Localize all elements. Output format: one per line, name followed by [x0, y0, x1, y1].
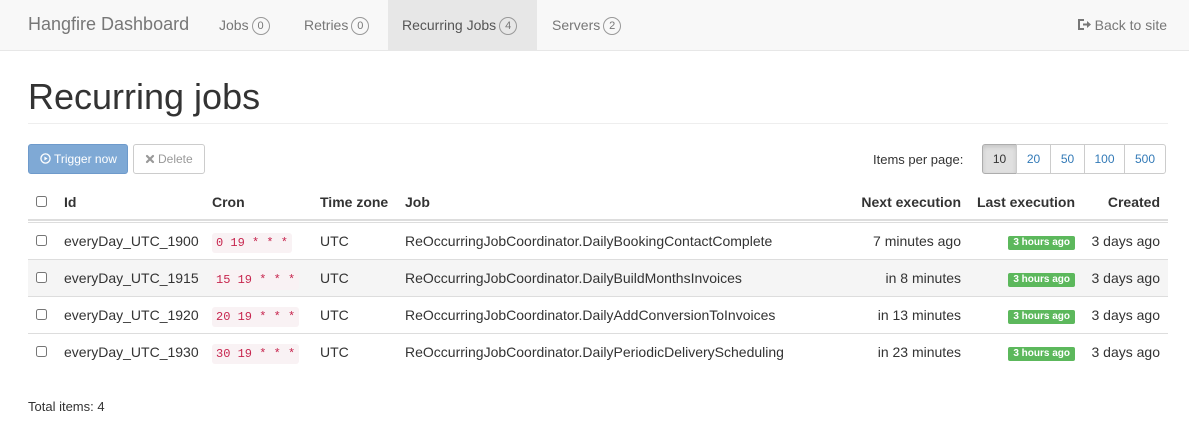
row-checkbox[interactable] — [36, 272, 47, 283]
created: 3 days ago — [1091, 307, 1161, 323]
nav-servers-label: Servers — [552, 17, 601, 33]
next-execution: 7 minutes ago — [873, 233, 961, 249]
table-row: everyDay_UTC_1900 0 19 * * * UTC ReOccur… — [28, 222, 1168, 259]
row-checkbox[interactable] — [36, 235, 47, 246]
column-header-next-execution: Next execution — [861, 194, 961, 210]
nav-servers-count: 2 — [603, 17, 622, 35]
job-id: everyDay_UTC_1930 — [64, 344, 199, 360]
last-execution-badge[interactable]: 3 hours ago — [1008, 310, 1075, 324]
cron-cell: 15 19 * * * — [212, 260, 300, 296]
delete-button[interactable]: Delete — [133, 144, 205, 174]
cron-expression: 15 19 * * * — [212, 270, 300, 290]
nav-jobs-label: Jobs — [219, 17, 249, 33]
job-name: ReOccurringJobCoordinator.DailyBuildMont… — [405, 270, 742, 286]
cron-expression: 20 19 * * * — [212, 307, 300, 327]
table-row: everyDay_UTC_1930 30 19 * * * UTC ReOccu… — [28, 333, 1168, 370]
page-size-selector: 10 20 50 100 500 — [982, 144, 1166, 174]
created: 3 days ago — [1091, 233, 1161, 249]
back-to-site-link[interactable]: Back to site — [1077, 17, 1167, 33]
column-header-cron: Cron — [212, 194, 245, 210]
next-execution: in 13 minutes — [877, 307, 961, 323]
created: 3 days ago — [1091, 344, 1161, 360]
timezone: UTC — [320, 270, 349, 286]
job-id: everyDay_UTC_1900 — [64, 233, 199, 249]
job-id: everyDay_UTC_1915 — [64, 270, 199, 286]
delete-label: Delete — [158, 152, 193, 166]
page-size-20[interactable]: 20 — [1016, 144, 1051, 174]
cron-cell: 20 19 * * * — [212, 297, 300, 333]
next-execution: in 23 minutes — [877, 344, 961, 360]
items-per-page-label: Items per page: — [873, 152, 964, 167]
last-execution-cell: 3 hours ago — [1008, 334, 1075, 370]
cron-cell: 0 19 * * * — [212, 223, 293, 259]
nav-jobs-count: 0 — [251, 17, 270, 35]
timezone: UTC — [320, 307, 349, 323]
title-divider — [28, 123, 1168, 124]
table-header: Id Cron Time zone Job Next execution Las… — [28, 184, 1168, 221]
column-header-timezone: Time zone — [320, 194, 389, 210]
nav-jobs[interactable]: Jobs 0 — [205, 0, 284, 50]
table-row: everyDay_UTC_1920 20 19 * * * UTC ReOccu… — [28, 296, 1168, 333]
last-execution-badge[interactable]: 3 hours ago — [1008, 347, 1075, 361]
last-execution-badge[interactable]: 3 hours ago — [1008, 236, 1075, 250]
page-size-50[interactable]: 50 — [1050, 144, 1085, 174]
row-select-cell — [36, 223, 50, 259]
timezone: UTC — [320, 233, 349, 249]
brand-link[interactable]: Hangfire Dashboard — [28, 14, 189, 35]
last-execution-cell: 3 hours ago — [1008, 223, 1075, 259]
column-header-job: Job — [405, 194, 430, 210]
last-execution-cell: 3 hours ago — [1008, 260, 1075, 296]
page-size-500[interactable]: 500 — [1124, 144, 1166, 174]
select-all-checkbox[interactable] — [36, 196, 47, 207]
nav-retries[interactable]: Retries 0 — [290, 0, 383, 50]
row-select-cell — [36, 297, 50, 333]
cron-expression: 30 19 * * * — [212, 344, 300, 364]
row-checkbox[interactable] — [36, 309, 47, 320]
job-id: everyDay_UTC_1920 — [64, 307, 199, 323]
row-select-cell — [36, 334, 50, 370]
column-header-created: Created — [1107, 194, 1160, 210]
nav-servers[interactable]: Servers 2 — [537, 0, 635, 50]
page-title: Recurring jobs — [28, 76, 261, 117]
page-size-100[interactable]: 100 — [1084, 144, 1125, 174]
nav-recurring-jobs[interactable]: Recurring Jobs 4 — [388, 0, 537, 50]
nav-retries-count: 0 — [351, 17, 370, 35]
top-navbar: Hangfire Dashboard Jobs 0 Retries 0 Recurr… — [0, 0, 1189, 51]
column-header-id: Id — [64, 194, 77, 210]
total-items: Total items: 4 — [28, 399, 105, 414]
page-size-10[interactable]: 10 — [982, 144, 1017, 174]
close-icon — [145, 154, 155, 164]
row-checkbox[interactable] — [36, 346, 47, 357]
timezone: UTC — [320, 344, 349, 360]
nav-recurring-jobs-label: Recurring Jobs — [402, 17, 497, 33]
cron-expression: 0 19 * * * — [212, 233, 293, 253]
job-name: ReOccurringJobCoordinator.DailyPeriodicD… — [405, 344, 784, 360]
cron-cell: 30 19 * * * — [212, 334, 300, 370]
next-execution: in 8 minutes — [885, 270, 961, 286]
play-circle-icon — [40, 153, 51, 164]
created: 3 days ago — [1091, 270, 1161, 286]
select-all-cell — [36, 184, 50, 220]
nav-recurring-jobs-count: 4 — [499, 17, 518, 35]
last-execution-badge[interactable]: 3 hours ago — [1008, 273, 1075, 287]
column-header-last-execution: Last execution — [976, 194, 1075, 210]
last-execution-cell: 3 hours ago — [1008, 297, 1075, 333]
sign-out-icon — [1077, 19, 1091, 30]
trigger-now-button[interactable]: Trigger now — [28, 144, 128, 174]
back-to-site-label: Back to site — [1094, 17, 1167, 33]
row-select-cell — [36, 260, 50, 296]
job-name: ReOccurringJobCoordinator.DailyAddConver… — [405, 307, 776, 323]
trigger-now-label: Trigger now — [54, 152, 117, 166]
job-name: ReOccurringJobCoordinator.DailyBookingCo… — [405, 233, 773, 249]
table-row: everyDay_UTC_1915 15 19 * * * UTC ReOccu… — [28, 259, 1168, 296]
nav-retries-label: Retries — [304, 17, 349, 33]
